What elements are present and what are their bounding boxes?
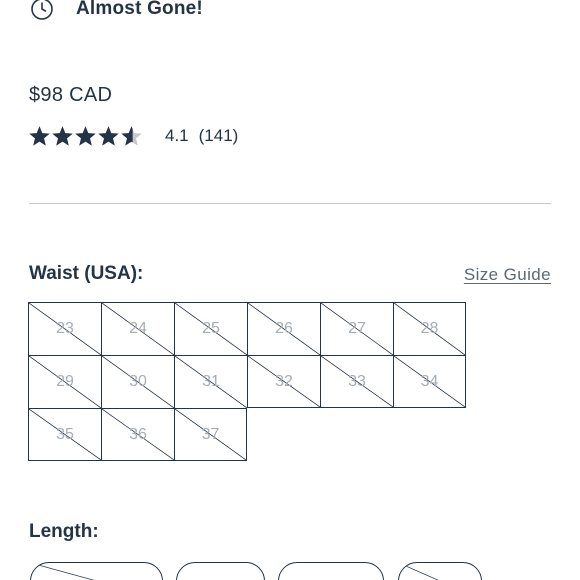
waist-size-label: 32 [275,372,293,390]
waist-label: Waist (USA): [29,263,144,284]
availability-status: Almost Gone! [30,0,203,24]
availability-text: Almost Gone! [76,0,203,19]
unavailable-strike [399,563,439,580]
waist-size-label: 23 [56,320,74,337]
waist-size-option[interactable]: 35 [28,408,101,461]
waist-size-option[interactable]: 33 [320,355,393,408]
clock-icon [30,0,54,21]
length-option[interactable] [278,562,384,580]
waist-size-option[interactable]: 26 [247,302,320,355]
length-option[interactable] [176,562,265,580]
product-price: $98 CAD [29,84,113,106]
waist-size-option[interactable]: 31 [174,355,247,408]
waist-size-grid: 23 24 25 26 27 28 29 30 31 32 33 34 35 36 37 [28,302,468,461]
rating-stars [28,125,143,148]
waist-size-label: 27 [348,320,366,337]
waist-size-label: 25 [202,320,220,337]
rating-value: 4.1 [165,126,189,145]
waist-size-label: 36 [129,425,147,443]
waist-size-label: 37 [201,425,220,443]
star-icon [28,125,51,148]
waist-size-option[interactable]: 37 [174,408,247,461]
waist-size-label: 35 [56,425,74,443]
length-option[interactable] [398,562,482,580]
waist-size-option[interactable]: 30 [101,355,174,408]
waist-size-option[interactable]: 29 [28,355,101,408]
length-option[interactable] [30,562,163,580]
size-guide-link[interactable]: Size Guide [464,265,551,285]
waist-size-label: 26 [275,320,293,337]
waist-size-option[interactable]: 34 [393,355,466,408]
waist-size-label: 28 [420,320,439,337]
star-icon [97,125,120,148]
waist-size-label: 30 [129,373,147,390]
unavailable-strike [31,563,95,580]
section-divider [29,203,551,204]
waist-size-label: 33 [348,372,366,390]
star-icon [74,125,97,148]
waist-size-label: 34 [420,372,439,390]
product-panel: Almost Gone! $98 CAD 4.1 (141) Waist (US… [0,0,580,580]
waist-size-option[interactable]: 28 [393,302,466,355]
waist-size-option[interactable]: 25 [174,302,247,355]
waist-size-option[interactable]: 36 [101,408,174,461]
waist-size-option[interactable]: 23 [28,302,101,355]
waist-size-option[interactable]: 27 [320,302,393,355]
star-icon [120,125,143,148]
waist-size-label: 31 [202,373,220,390]
product-rating[interactable]: 4.1 (141) [28,124,238,148]
waist-size-label: 29 [56,373,74,390]
rating-count[interactable]: (141) [199,126,239,146]
waist-size-option[interactable]: 24 [101,302,174,355]
waist-size-option[interactable]: 32 [247,355,320,408]
waist-size-label: 24 [129,320,147,337]
length-label: Length: [29,521,99,542]
star-icon [51,125,74,148]
